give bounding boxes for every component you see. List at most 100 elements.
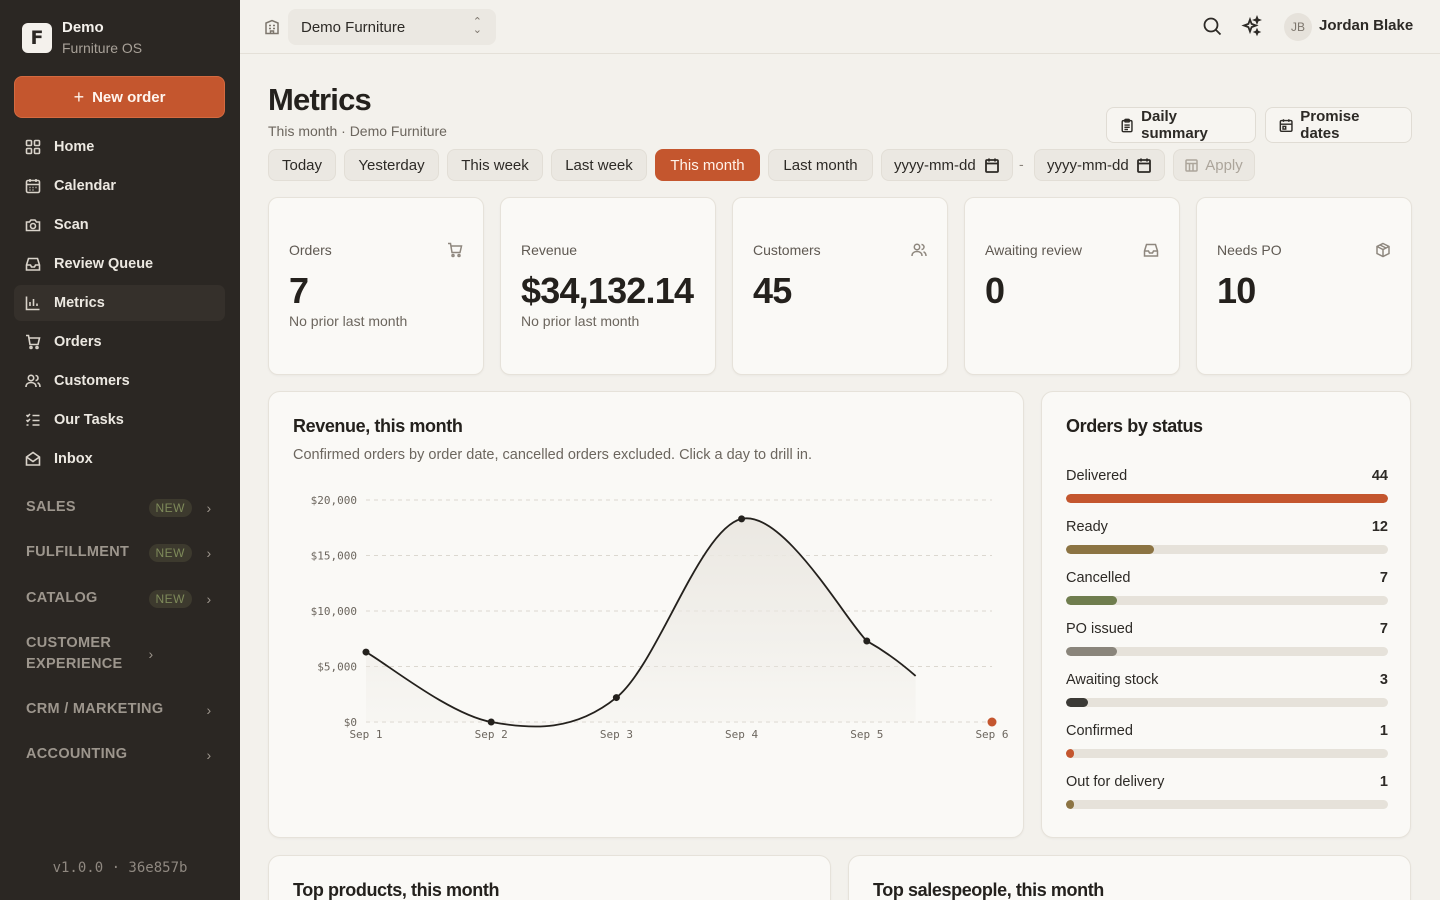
sidebar-item-customers[interactable]: Customers <box>14 363 225 399</box>
section-catalog[interactable]: CATALOG NEW › <box>26 588 214 609</box>
promise-dates-button[interactable]: Promise dates <box>1265 107 1412 143</box>
kpi-note: No prior last month <box>521 313 640 329</box>
filter-last-week[interactable]: Last week <box>551 149 647 181</box>
sidebar-item-label: Orders <box>54 334 102 350</box>
sidebar-item-inbox[interactable]: Inbox <box>14 441 225 477</box>
x-tick-label: Sep 1 <box>349 728 382 741</box>
sparkles-icon[interactable] <box>1241 15 1263 37</box>
revenue-chart[interactable]: $20,000$15,000$10,000$5,000$0Sep 1 Sep 2S… <box>269 392 1025 839</box>
new-badge: NEW <box>148 498 192 517</box>
date-to-placeholder: yyyy-mm-dd <box>1047 156 1129 174</box>
section-accounting[interactable]: ACCOUNTING › <box>26 744 214 765</box>
kpi-label: Orders <box>289 242 332 258</box>
section-label: ACCOUNTING <box>26 746 128 762</box>
status-row[interactable]: Awaiting stock 3 <box>1066 672 1388 712</box>
status-name: Awaiting stock <box>1066 672 1159 688</box>
chevron-right-icon: › <box>206 746 212 763</box>
cart-icon <box>26 334 41 350</box>
sidebar-item-review-queue[interactable]: Review Queue <box>14 246 225 282</box>
kpi-value: 10 <box>1217 270 1256 311</box>
section-label: FULFILLMENT <box>26 544 130 560</box>
status-bar-track <box>1066 647 1388 656</box>
apply-button[interactable]: Apply <box>1173 149 1255 181</box>
status-row[interactable]: PO issued 7 <box>1066 621 1388 661</box>
status-bar-track <box>1066 596 1388 605</box>
apply-label: Apply <box>1205 156 1243 174</box>
chevron-right-icon: › <box>148 646 154 662</box>
sidebar-item-orders[interactable]: Orders <box>14 324 225 360</box>
status-bar-fill <box>1066 596 1118 605</box>
date-range-separator: - <box>1019 156 1024 172</box>
kpi-customers-card[interactable]: Customers 45 <box>732 197 948 375</box>
data-point[interactable] <box>863 637 871 645</box>
data-point[interactable] <box>738 515 746 523</box>
brand[interactable]: F Demo Furniture OS <box>22 18 142 58</box>
status-bar-track <box>1066 545 1388 554</box>
data-point[interactable] <box>487 718 495 726</box>
section-crm-marketing[interactable]: CRM / MARKETING › <box>26 699 214 720</box>
section-label: CRM / MARKETING <box>26 701 164 717</box>
organization-select[interactable]: Demo Furniture ⌃ ⌄ <box>288 9 496 45</box>
sidebar-item-label: Home <box>54 139 95 155</box>
users-icon <box>25 374 41 388</box>
section-fulfillment[interactable]: FULFILLMENT NEW › <box>26 542 214 563</box>
status-row[interactable]: Out for delivery 1 <box>1066 774 1388 814</box>
date-to-input[interactable]: yyyy-mm-dd <box>1034 149 1165 181</box>
y-tick-label: $10,000 <box>311 605 357 618</box>
version-label: v1.0.0 · 36e857b <box>52 860 188 876</box>
sidebar-item-home[interactable]: Home <box>14 129 225 165</box>
kpi-orders-card[interactable]: Orders 7 No prior last month <box>268 197 484 375</box>
status-row[interactable]: Confirmed 1 <box>1066 723 1388 763</box>
task-list-icon <box>25 413 40 426</box>
status-count: 44 <box>1371 468 1388 484</box>
date-from-input[interactable]: yyyy-mm-dd <box>881 149 1013 181</box>
calendar-icon[interactable] <box>985 158 999 173</box>
status-bar-fill <box>1066 698 1088 707</box>
filter-this-week[interactable]: This week <box>447 149 543 181</box>
avatar[interactable]: JB <box>1284 13 1312 41</box>
kpi-value: 0 <box>985 270 1005 311</box>
data-point-today[interactable] <box>987 717 997 727</box>
sidebar-item-metrics[interactable]: Metrics <box>14 285 225 321</box>
user-name[interactable]: Jordan Blake <box>1319 17 1413 34</box>
kpi-awaiting-review-card[interactable]: Awaiting review 0 <box>964 197 1180 375</box>
sidebar-item-label: Customers <box>54 373 130 389</box>
package-icon <box>1376 242 1390 258</box>
calendar-icon[interactable] <box>1137 158 1151 173</box>
bar-chart-icon <box>25 296 40 311</box>
status-name: Confirmed <box>1066 723 1133 739</box>
daily-summary-button[interactable]: Daily summary <box>1106 107 1256 143</box>
sidebar-item-calendar[interactable]: Calendar <box>14 168 225 204</box>
sidebar-item-scan[interactable]: Scan <box>14 207 225 243</box>
data-point[interactable] <box>362 648 370 656</box>
new-order-button[interactable]: + New order <box>14 76 225 118</box>
status-row[interactable]: Ready 12 <box>1066 519 1388 559</box>
kpi-value: 45 <box>753 270 792 311</box>
filter-this-month[interactable]: This month <box>655 149 760 181</box>
filter-yesterday[interactable]: Yesterday <box>344 149 439 181</box>
status-bar-track <box>1066 749 1388 758</box>
page-title: Metrics <box>268 82 372 117</box>
chevron-right-icon: › <box>206 701 212 718</box>
status-bar-fill <box>1066 494 1388 503</box>
section-sales[interactable]: SALES NEW › <box>26 497 214 518</box>
section-customer-experience[interactable]: CUSTOMER EXPERIENCE › <box>26 633 214 675</box>
status-name: Cancelled <box>1066 570 1131 586</box>
sidebar-nav: Home Calendar Scan Review Queue Metrics … <box>14 129 225 480</box>
status-row[interactable]: Cancelled 7 <box>1066 570 1388 610</box>
sidebar-item-our-tasks[interactable]: Our Tasks <box>14 402 225 438</box>
plus-icon: + <box>73 87 85 107</box>
sidebar-item-label: Scan <box>54 217 89 233</box>
search-icon[interactable] <box>1201 15 1223 37</box>
status-name: PO issued <box>1066 621 1133 637</box>
y-tick-label: $5,000 <box>317 661 357 674</box>
filter-today[interactable]: Today <box>268 149 336 181</box>
kpi-needs-po-card[interactable]: Needs PO 10 <box>1196 197 1412 375</box>
data-point[interactable] <box>612 694 620 702</box>
status-bar-track <box>1066 800 1388 809</box>
kpi-revenue-card[interactable]: Revenue $34,132.14 No prior last month <box>500 197 716 375</box>
filter-last-month[interactable]: Last month <box>768 149 873 181</box>
panel-title: Orders by status <box>1066 416 1203 436</box>
status-count: 3 <box>1379 672 1388 688</box>
status-row[interactable]: Delivered 44 <box>1066 468 1388 508</box>
